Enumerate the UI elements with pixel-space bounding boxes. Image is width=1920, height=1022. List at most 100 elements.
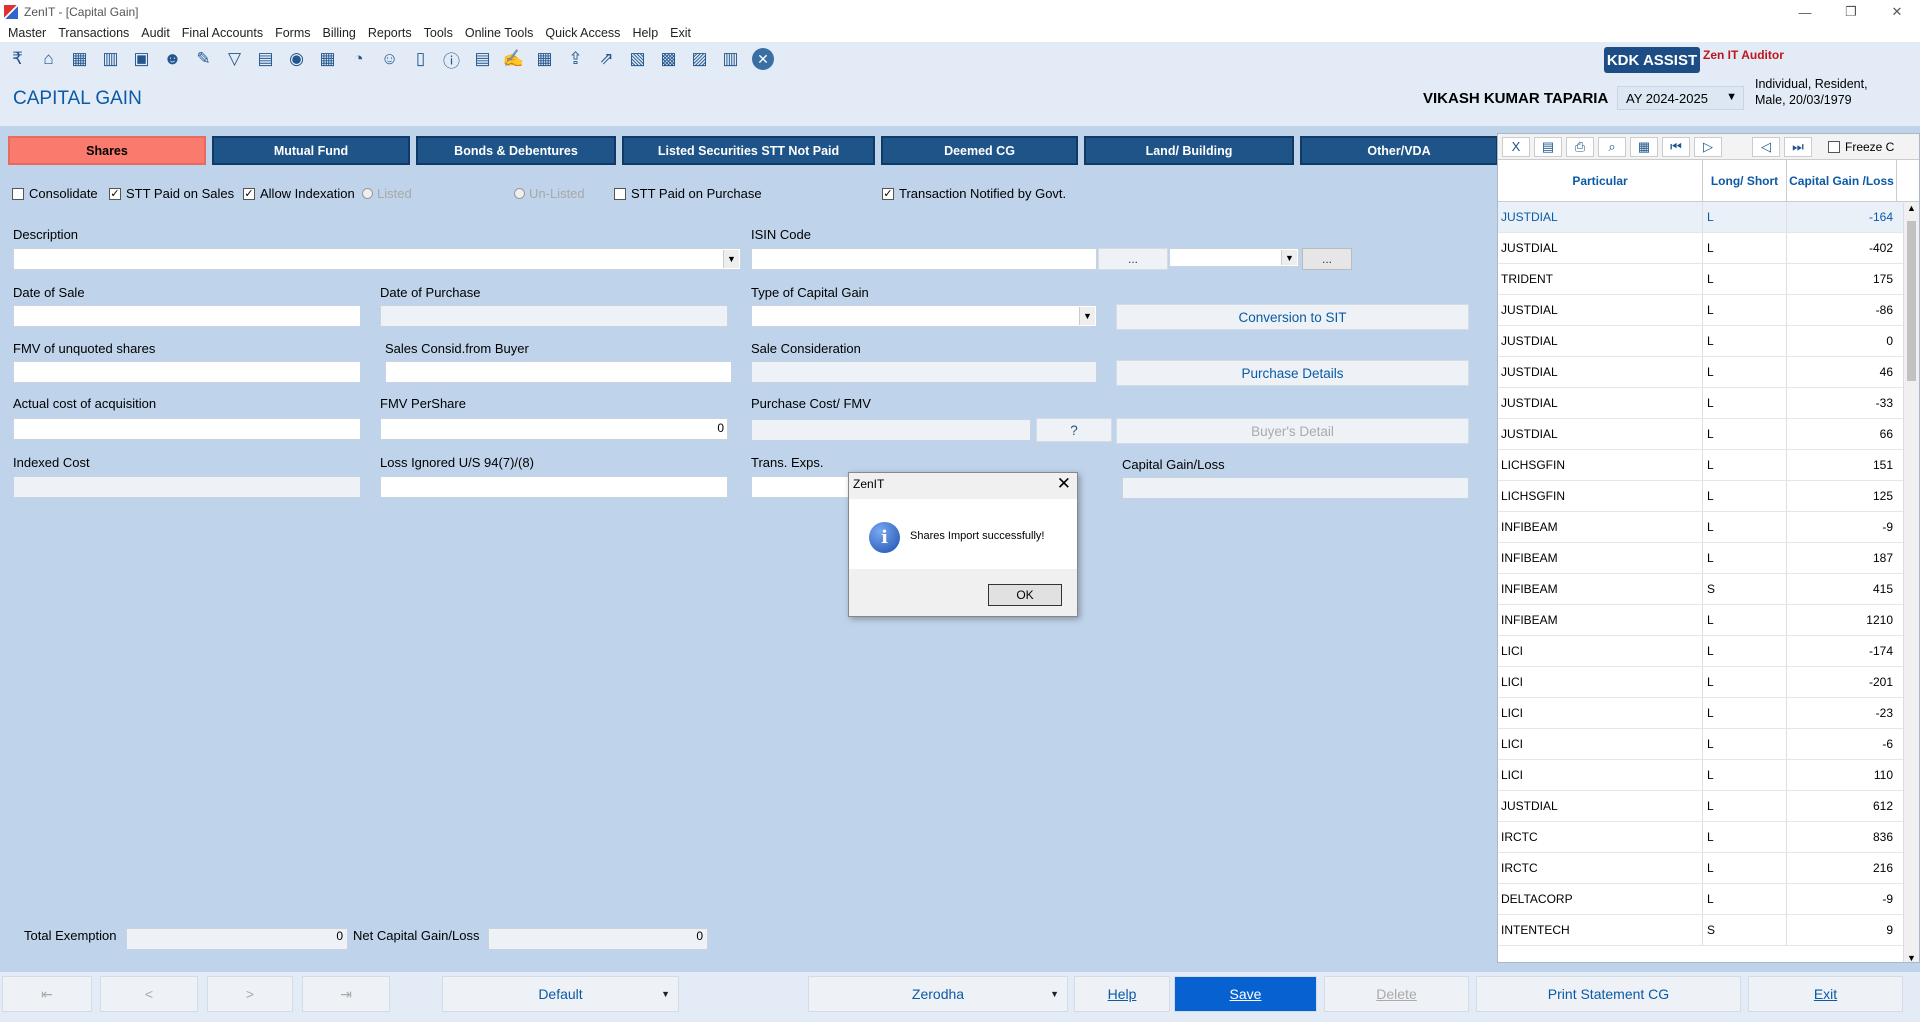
menu-item[interactable]: Online Tools [465,26,534,40]
minimize-button[interactable]: — [1782,0,1828,24]
next-record-button[interactable]: > [207,976,293,1012]
book-icon[interactable]: ▯ [407,46,434,72]
bs-icon[interactable]: ▧ [624,46,651,72]
consolidate-checkbox[interactable]: Consolidate [12,186,98,201]
description-select[interactable]: ▼ [13,248,741,270]
allow-indexation-checkbox[interactable]: ✓ Allow Indexation [243,186,355,201]
upload-icon[interactable]: ⇪ [562,46,589,72]
table-row[interactable]: LICI L -6 [1498,729,1919,760]
table-row[interactable]: LICHSGFIN L 125 [1498,481,1919,512]
total-exemption-input[interactable]: 0 [126,928,348,950]
net-cg-input[interactable]: 0 [488,928,708,950]
tab-other-vda[interactable]: Other/VDA [1300,136,1498,165]
save-button[interactable]: Save [1174,976,1317,1012]
column-particular[interactable]: Particular [1498,160,1703,201]
tab-mutual-fund[interactable]: Mutual Fund [212,136,410,165]
delete-button[interactable]: Delete [1324,976,1469,1012]
scroll-thumb[interactable] [1907,221,1916,381]
pie-icon[interactable]: ◔ [345,46,372,72]
isin-input[interactable] [751,248,1097,270]
menu-item[interactable]: Final Accounts [182,26,263,40]
unlisted-radio[interactable]: Un-Listed [514,186,585,201]
listed-radio[interactable]: Listed [362,186,412,201]
calendar-icon[interactable]: ▦ [531,46,558,72]
next-page-icon[interactable]: ▷ [1694,136,1722,157]
last-icon[interactable]: ⏭ [1784,136,1812,157]
bank-icon[interactable]: ▩ [655,46,682,72]
export-icon[interactable]: ⇗ [593,46,620,72]
menu-item[interactable]: Forms [275,26,310,40]
stt-sales-checkbox[interactable]: ✓ STT Paid on Sales [109,186,234,201]
menu-item[interactable]: Quick Access [545,26,620,40]
first-record-button[interactable]: ⇤ [2,976,92,1012]
table-row[interactable]: LICI L 110 [1498,760,1919,791]
edit-doc-icon[interactable]: ✍ [500,46,527,72]
menu-item[interactable]: Help [632,26,658,40]
table-row[interactable]: INFIBEAM S 415 [1498,574,1919,605]
freeze-checkbox[interactable]: Freeze C [1828,140,1894,154]
sale-consideration-input[interactable] [751,361,1097,383]
form-icon[interactable]: ▤ [469,46,496,72]
loss-ignored-input[interactable] [380,476,728,498]
radio-dot[interactable] [362,188,373,199]
zen-it-auditor-label[interactable]: Zen IT Auditor [1703,48,1784,62]
calculator-icon[interactable]: ▦ [314,46,341,72]
assessment-year-select[interactable]: AY 2024-2025 ▼ [1617,86,1744,110]
sales-consid-buyer-input[interactable] [385,361,732,383]
table-row[interactable]: LICI L -23 [1498,698,1919,729]
first-page-icon[interactable]: ⏮ [1662,136,1690,157]
checkmark-icon[interactable]: ✓ [243,187,255,200]
scroll-down-icon[interactable]: ▼ [1907,953,1916,962]
conversion-to-sit-button[interactable]: Conversion to SIT [1116,304,1469,330]
print-icon[interactable]: ⎙ [1566,136,1594,157]
export-icon[interactable]: ▤ [1534,136,1562,157]
purchase-details-button[interactable]: Purchase Details [1116,360,1469,386]
table-row[interactable]: INFIBEAM L 187 [1498,543,1919,574]
indexed-cost-input[interactable] [13,476,361,498]
stt-purchase-checkbox[interactable]: STT Paid on Purchase [614,186,762,201]
menu-item[interactable]: Tools [424,26,453,40]
scheme-select[interactable]: Default ▼ [442,976,679,1012]
tax-icon[interactable]: ▤ [252,46,279,72]
buyers-detail-button[interactable]: Buyer's Detail [1116,418,1469,444]
checkmark-icon[interactable]: ✓ [109,187,121,200]
checkbox-box[interactable] [614,187,626,200]
users-icon[interactable]: ☻ [159,46,186,72]
menu-item[interactable]: Reports [368,26,412,40]
table-row[interactable]: JUSTDIAL L 0 [1498,326,1919,357]
table-row[interactable]: JUSTDIAL L -33 [1498,388,1919,419]
table-row[interactable]: JUSTDIAL L -402 [1498,233,1919,264]
help-button[interactable]: Help [1074,976,1170,1012]
table-row[interactable]: JUSTDIAL L 66 [1498,419,1919,450]
checkbox-box[interactable] [1828,140,1840,153]
excel-icon[interactable]: X [1502,136,1530,157]
grid-scrollbar[interactable]: ▲ ▼ [1903,203,1919,962]
close-button[interactable]: ✕ [1874,0,1920,24]
checkbox-box[interactable] [12,187,24,200]
table-row[interactable]: LICHSGFIN L 151 [1498,450,1919,481]
table-row[interactable]: JUSTDIAL L 46 [1498,357,1919,388]
table-row[interactable]: JUSTDIAL L 612 [1498,791,1919,822]
tab-deemed-cg[interactable]: Deemed CG [881,136,1078,165]
kdk-assist-button[interactable]: KDK ASSIST [1604,47,1700,73]
tab-listed-securities[interactable]: Listed Securities STT Not Paid [622,136,875,165]
report-icon[interactable]: ▥ [717,46,744,72]
menu-item[interactable]: Billing [323,26,356,40]
chart-icon[interactable]: ▥ [97,46,124,72]
tools-icon[interactable]: ✎ [190,46,217,72]
date-of-sale-input[interactable] [13,305,361,327]
close-icon[interactable]: ✕ [752,48,774,70]
help-question-icon[interactable]: ? [1036,418,1112,442]
filter-icon[interactable]: ▽ [221,46,248,72]
restore-button[interactable]: ❐ [1828,0,1874,24]
menu-item[interactable]: Transactions [58,26,129,40]
table-row[interactable]: DELTACORP L -9 [1498,884,1919,915]
print-statement-button[interactable]: Print Statement CG [1476,976,1741,1012]
dialog-close-icon[interactable]: ✕ [1057,474,1071,494]
exit-button[interactable]: Exit [1748,976,1903,1012]
table-row[interactable]: IRCTC L 836 [1498,822,1919,853]
refresh-icon[interactable]: ◉ [283,46,310,72]
rupee-icon[interactable]: ₹ [4,46,31,72]
actual-cost-input[interactable] [13,418,361,440]
trans-exps-input[interactable] [751,476,851,498]
